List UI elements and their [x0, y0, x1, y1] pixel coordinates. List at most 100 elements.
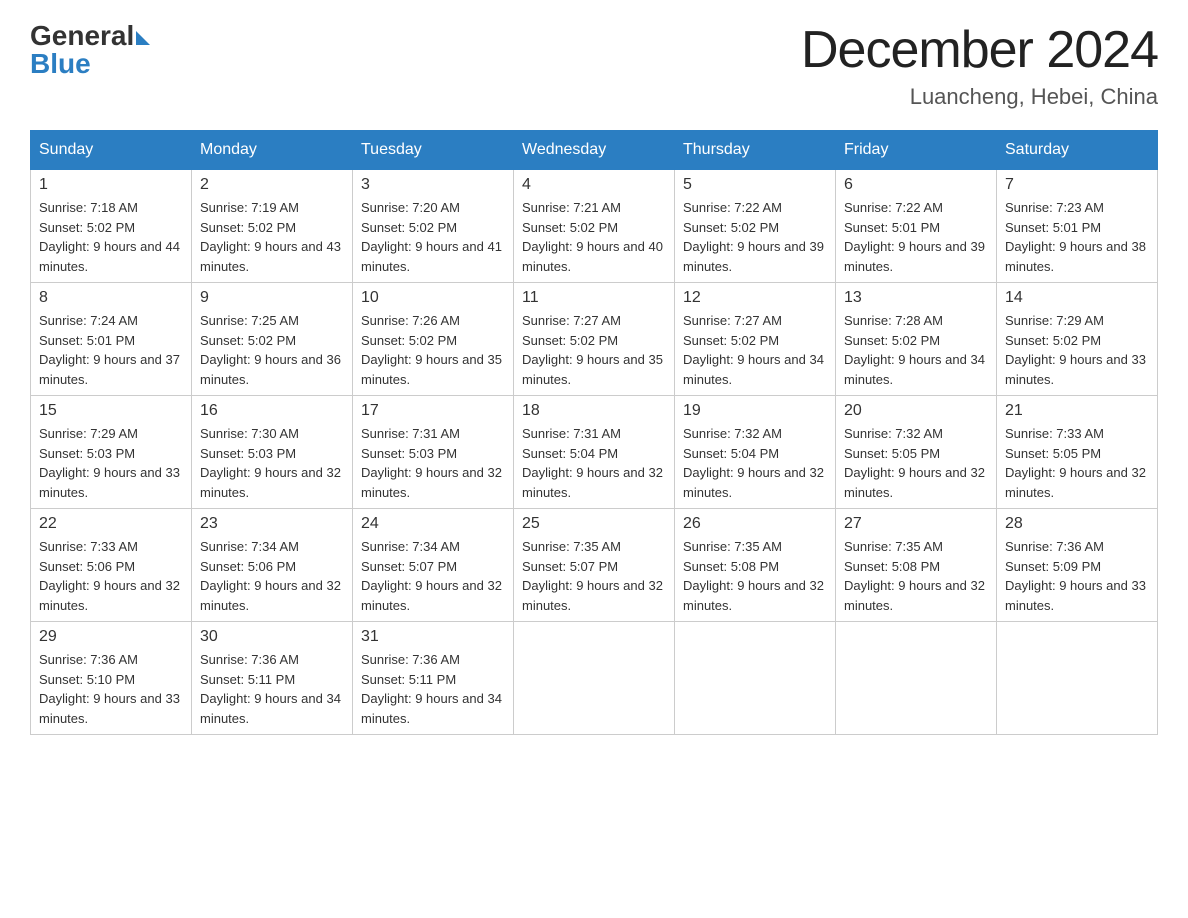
- calendar-cell: 9 Sunrise: 7:25 AMSunset: 5:02 PMDayligh…: [192, 283, 353, 396]
- day-number: 4: [522, 176, 666, 194]
- day-info: Sunrise: 7:32 AMSunset: 5:05 PMDaylight:…: [844, 424, 988, 502]
- day-number: 2: [200, 176, 344, 194]
- day-number: 28: [1005, 515, 1149, 533]
- calendar-header-friday: Friday: [836, 131, 997, 170]
- month-year-title: December 2024: [801, 20, 1158, 80]
- calendar-header-thursday: Thursday: [675, 131, 836, 170]
- day-number: 21: [1005, 402, 1149, 420]
- day-number: 22: [39, 515, 183, 533]
- day-info: Sunrise: 7:36 AMSunset: 5:11 PMDaylight:…: [200, 650, 344, 728]
- day-number: 23: [200, 515, 344, 533]
- day-number: 6: [844, 176, 988, 194]
- calendar-cell: 21 Sunrise: 7:33 AMSunset: 5:05 PMDaylig…: [997, 396, 1158, 509]
- day-info: Sunrise: 7:33 AMSunset: 5:05 PMDaylight:…: [1005, 424, 1149, 502]
- day-number: 24: [361, 515, 505, 533]
- calendar-cell: 11 Sunrise: 7:27 AMSunset: 5:02 PMDaylig…: [514, 283, 675, 396]
- day-number: 27: [844, 515, 988, 533]
- day-info: Sunrise: 7:34 AMSunset: 5:06 PMDaylight:…: [200, 537, 344, 615]
- calendar-cell: 16 Sunrise: 7:30 AMSunset: 5:03 PMDaylig…: [192, 396, 353, 509]
- location-text: Luancheng, Hebei, China: [801, 84, 1158, 110]
- day-number: 3: [361, 176, 505, 194]
- day-info: Sunrise: 7:29 AMSunset: 5:03 PMDaylight:…: [39, 424, 183, 502]
- day-info: Sunrise: 7:26 AMSunset: 5:02 PMDaylight:…: [361, 311, 505, 389]
- day-number: 9: [200, 289, 344, 307]
- calendar-cell: 18 Sunrise: 7:31 AMSunset: 5:04 PMDaylig…: [514, 396, 675, 509]
- calendar-header-sunday: Sunday: [31, 131, 192, 170]
- calendar-header-monday: Monday: [192, 131, 353, 170]
- day-info: Sunrise: 7:18 AMSunset: 5:02 PMDaylight:…: [39, 198, 183, 276]
- calendar-cell: 20 Sunrise: 7:32 AMSunset: 5:05 PMDaylig…: [836, 396, 997, 509]
- calendar-cell: 24 Sunrise: 7:34 AMSunset: 5:07 PMDaylig…: [353, 509, 514, 622]
- day-info: Sunrise: 7:30 AMSunset: 5:03 PMDaylight:…: [200, 424, 344, 502]
- calendar-cell: 12 Sunrise: 7:27 AMSunset: 5:02 PMDaylig…: [675, 283, 836, 396]
- day-number: 17: [361, 402, 505, 420]
- day-info: Sunrise: 7:25 AMSunset: 5:02 PMDaylight:…: [200, 311, 344, 389]
- day-number: 20: [844, 402, 988, 420]
- logo-arrow-icon: [136, 31, 150, 45]
- calendar-header-saturday: Saturday: [997, 131, 1158, 170]
- day-info: Sunrise: 7:27 AMSunset: 5:02 PMDaylight:…: [522, 311, 666, 389]
- calendar-cell: 26 Sunrise: 7:35 AMSunset: 5:08 PMDaylig…: [675, 509, 836, 622]
- calendar-table: SundayMondayTuesdayWednesdayThursdayFrid…: [30, 130, 1158, 735]
- calendar-cell: 25 Sunrise: 7:35 AMSunset: 5:07 PMDaylig…: [514, 509, 675, 622]
- day-info: Sunrise: 7:36 AMSunset: 5:10 PMDaylight:…: [39, 650, 183, 728]
- logo-blue-text: Blue: [30, 48, 91, 80]
- day-number: 25: [522, 515, 666, 533]
- day-number: 19: [683, 402, 827, 420]
- calendar-header-wednesday: Wednesday: [514, 131, 675, 170]
- logo: General Blue: [30, 20, 150, 80]
- day-number: 29: [39, 628, 183, 646]
- calendar-cell: [997, 622, 1158, 735]
- day-info: Sunrise: 7:34 AMSunset: 5:07 PMDaylight:…: [361, 537, 505, 615]
- day-info: Sunrise: 7:35 AMSunset: 5:08 PMDaylight:…: [844, 537, 988, 615]
- day-number: 8: [39, 289, 183, 307]
- day-info: Sunrise: 7:36 AMSunset: 5:11 PMDaylight:…: [361, 650, 505, 728]
- day-number: 26: [683, 515, 827, 533]
- calendar-cell: [836, 622, 997, 735]
- day-number: 10: [361, 289, 505, 307]
- calendar-cell: 14 Sunrise: 7:29 AMSunset: 5:02 PMDaylig…: [997, 283, 1158, 396]
- day-info: Sunrise: 7:29 AMSunset: 5:02 PMDaylight:…: [1005, 311, 1149, 389]
- calendar-cell: 13 Sunrise: 7:28 AMSunset: 5:02 PMDaylig…: [836, 283, 997, 396]
- calendar-cell: 15 Sunrise: 7:29 AMSunset: 5:03 PMDaylig…: [31, 396, 192, 509]
- calendar-week-row: 15 Sunrise: 7:29 AMSunset: 5:03 PMDaylig…: [31, 396, 1158, 509]
- day-number: 15: [39, 402, 183, 420]
- calendar-week-row: 29 Sunrise: 7:36 AMSunset: 5:10 PMDaylig…: [31, 622, 1158, 735]
- day-number: 5: [683, 176, 827, 194]
- calendar-cell: 7 Sunrise: 7:23 AMSunset: 5:01 PMDayligh…: [997, 170, 1158, 283]
- calendar-cell: 8 Sunrise: 7:24 AMSunset: 5:01 PMDayligh…: [31, 283, 192, 396]
- calendar-cell: 17 Sunrise: 7:31 AMSunset: 5:03 PMDaylig…: [353, 396, 514, 509]
- calendar-cell: [675, 622, 836, 735]
- calendar-cell: 6 Sunrise: 7:22 AMSunset: 5:01 PMDayligh…: [836, 170, 997, 283]
- day-info: Sunrise: 7:31 AMSunset: 5:04 PMDaylight:…: [522, 424, 666, 502]
- calendar-week-row: 1 Sunrise: 7:18 AMSunset: 5:02 PMDayligh…: [31, 170, 1158, 283]
- calendar-cell: 22 Sunrise: 7:33 AMSunset: 5:06 PMDaylig…: [31, 509, 192, 622]
- calendar-cell: 28 Sunrise: 7:36 AMSunset: 5:09 PMDaylig…: [997, 509, 1158, 622]
- day-number: 11: [522, 289, 666, 307]
- day-info: Sunrise: 7:35 AMSunset: 5:07 PMDaylight:…: [522, 537, 666, 615]
- day-info: Sunrise: 7:28 AMSunset: 5:02 PMDaylight:…: [844, 311, 988, 389]
- day-number: 16: [200, 402, 344, 420]
- calendar-week-row: 8 Sunrise: 7:24 AMSunset: 5:01 PMDayligh…: [31, 283, 1158, 396]
- day-info: Sunrise: 7:21 AMSunset: 5:02 PMDaylight:…: [522, 198, 666, 276]
- day-info: Sunrise: 7:32 AMSunset: 5:04 PMDaylight:…: [683, 424, 827, 502]
- page-header: General Blue December 2024 Luancheng, He…: [30, 20, 1158, 110]
- day-info: Sunrise: 7:36 AMSunset: 5:09 PMDaylight:…: [1005, 537, 1149, 615]
- calendar-cell: 31 Sunrise: 7:36 AMSunset: 5:11 PMDaylig…: [353, 622, 514, 735]
- calendar-cell: 1 Sunrise: 7:18 AMSunset: 5:02 PMDayligh…: [31, 170, 192, 283]
- calendar-cell: 30 Sunrise: 7:36 AMSunset: 5:11 PMDaylig…: [192, 622, 353, 735]
- calendar-cell: 4 Sunrise: 7:21 AMSunset: 5:02 PMDayligh…: [514, 170, 675, 283]
- day-info: Sunrise: 7:22 AMSunset: 5:01 PMDaylight:…: [844, 198, 988, 276]
- calendar-cell: 19 Sunrise: 7:32 AMSunset: 5:04 PMDaylig…: [675, 396, 836, 509]
- calendar-cell: 23 Sunrise: 7:34 AMSunset: 5:06 PMDaylig…: [192, 509, 353, 622]
- day-info: Sunrise: 7:22 AMSunset: 5:02 PMDaylight:…: [683, 198, 827, 276]
- day-info: Sunrise: 7:35 AMSunset: 5:08 PMDaylight:…: [683, 537, 827, 615]
- day-info: Sunrise: 7:24 AMSunset: 5:01 PMDaylight:…: [39, 311, 183, 389]
- title-section: December 2024 Luancheng, Hebei, China: [801, 20, 1158, 110]
- calendar-header-tuesday: Tuesday: [353, 131, 514, 170]
- day-number: 7: [1005, 176, 1149, 194]
- calendar-cell: 3 Sunrise: 7:20 AMSunset: 5:02 PMDayligh…: [353, 170, 514, 283]
- calendar-header-row: SundayMondayTuesdayWednesdayThursdayFrid…: [31, 131, 1158, 170]
- day-info: Sunrise: 7:33 AMSunset: 5:06 PMDaylight:…: [39, 537, 183, 615]
- day-info: Sunrise: 7:27 AMSunset: 5:02 PMDaylight:…: [683, 311, 827, 389]
